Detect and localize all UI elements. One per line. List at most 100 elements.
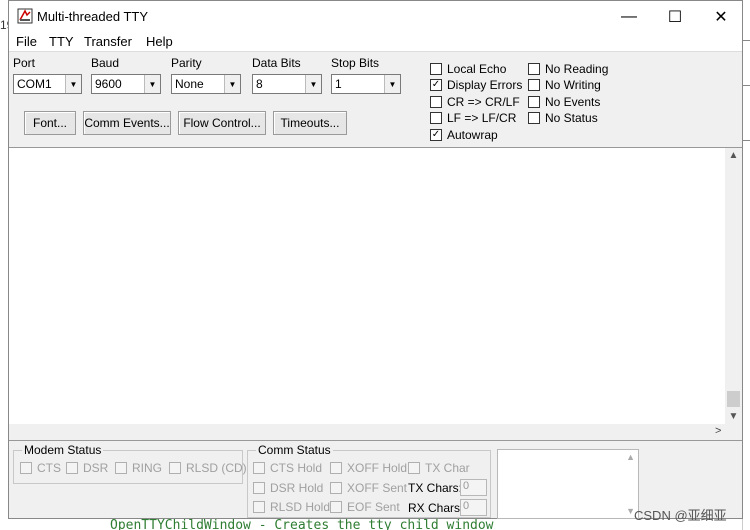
lf-lfcr-checkbox[interactable]: LF => LF/CR: [430, 111, 516, 125]
checkbox-box: [253, 462, 265, 474]
chevron-down-icon[interactable]: ▼: [65, 75, 81, 93]
minimize-button[interactable]: —: [606, 1, 652, 32]
xoff-sent-indicator: XOFF Sent: [330, 481, 407, 495]
title-bar[interactable]: Multi-threaded TTY — ☐ ✕: [9, 1, 742, 32]
parity-label: Parity: [171, 56, 202, 70]
cts-label: CTS: [37, 461, 61, 475]
comm-status-group: Comm Status CTS Hold DSR Hold RLSD Hold …: [247, 443, 491, 518]
menu-tty[interactable]: TTY: [49, 34, 74, 49]
cts-hold-label: CTS Hold: [270, 461, 323, 475]
port-select[interactable]: COM1 ▼: [13, 74, 82, 94]
autowrap-checkbox[interactable]: ✓ Autowrap: [430, 128, 498, 142]
chevron-down-icon[interactable]: ▼: [144, 75, 160, 93]
baud-value: 9600: [95, 77, 122, 91]
scroll-thumb[interactable]: [727, 391, 740, 407]
scroll-up-icon[interactable]: ▲: [725, 150, 742, 161]
timeouts-button[interactable]: Timeouts...: [273, 111, 347, 135]
vertical-scrollbar[interactable]: ▲ ▼: [725, 148, 742, 425]
no-reading-checkbox[interactable]: No Reading: [528, 62, 608, 76]
parity-select[interactable]: None ▼: [171, 74, 241, 94]
stop-bits-label: Stop Bits: [331, 56, 380, 70]
checkbox-box[interactable]: [430, 63, 442, 75]
baud-select[interactable]: 9600 ▼: [91, 74, 161, 94]
xoff-hold-indicator: XOFF Hold: [330, 461, 407, 475]
data-bits-select[interactable]: 8 ▼: [252, 74, 322, 94]
comm-status-title: Comm Status: [256, 443, 333, 457]
scroll-down-icon[interactable]: ▼: [725, 411, 742, 422]
horizontal-scrollbar[interactable]: >: [9, 424, 742, 440]
ring-indicator: RING: [115, 461, 162, 475]
xoff-sent-label: XOFF Sent: [347, 481, 408, 495]
no-events-label: No Events: [545, 95, 601, 109]
display-errors-checkbox[interactable]: ✓ Display Errors: [430, 78, 522, 92]
menu-help[interactable]: Help: [146, 34, 173, 49]
port-value: COM1: [17, 77, 52, 91]
scroll-up-icon[interactable]: ▲: [626, 452, 635, 462]
font-button[interactable]: Font...: [24, 111, 76, 135]
terminal-area[interactable]: ▲ ▼ >: [9, 147, 742, 441]
no-status-checkbox[interactable]: No Status: [528, 111, 598, 125]
checkbox-box: [253, 501, 265, 513]
lf-lfcr-label: LF => LF/CR: [447, 111, 517, 125]
ring-label: RING: [132, 461, 162, 475]
stop-bits-select[interactable]: 1 ▼: [331, 74, 401, 94]
dsr-indicator: DSR: [66, 461, 108, 475]
status-list-box[interactable]: ▲ ▼: [497, 449, 639, 519]
stop-bits-value: 1: [335, 77, 342, 91]
checkbox-box: [330, 501, 342, 513]
checkbox-box[interactable]: [528, 96, 540, 108]
checkbox-box: [253, 482, 265, 494]
close-button[interactable]: ✕: [698, 1, 744, 32]
background-code-line: OpenTTYChildWindow - Creates the tty chi…: [110, 518, 494, 530]
port-label: Port: [13, 56, 36, 70]
check-icon[interactable]: ✓: [430, 129, 442, 141]
rlsd-indicator: RLSD (CD): [169, 461, 247, 475]
autowrap-label: Autowrap: [447, 128, 498, 142]
menu-file[interactable]: File: [16, 34, 37, 49]
menu-transfer[interactable]: Transfer: [84, 34, 132, 49]
checkbox-box: [169, 462, 181, 474]
chevron-down-icon[interactable]: ▼: [384, 75, 400, 93]
flow-control-button[interactable]: Flow Control...: [178, 111, 266, 135]
local-echo-checkbox[interactable]: Local Echo: [430, 62, 506, 76]
tx-char-label: TX Char: [425, 461, 470, 475]
tx-chars-label: TX Chars:: [408, 481, 463, 495]
no-writing-label: No Writing: [545, 78, 601, 92]
rx-chars-label: RX Chars:: [408, 501, 464, 515]
local-echo-label: Local Echo: [447, 62, 507, 76]
xoff-hold-label: XOFF Hold: [347, 461, 408, 475]
baud-label: Baud: [91, 56, 120, 70]
modem-status-group: Modem Status CTS DSR RING RLSD (CD): [13, 443, 247, 484]
checkbox-box: [66, 462, 78, 474]
comm-events-button[interactable]: Comm Events...: [83, 111, 171, 135]
check-icon[interactable]: ✓: [430, 79, 442, 91]
checkbox-box: [330, 482, 342, 494]
cts-hold-indicator: CTS Hold: [253, 461, 322, 475]
checkbox-box[interactable]: [528, 63, 540, 75]
checkbox-box[interactable]: [528, 112, 540, 124]
maximize-button[interactable]: ☐: [652, 1, 698, 32]
rlsd-label: RLSD (CD): [186, 461, 247, 475]
checkbox-box[interactable]: [528, 79, 540, 91]
display-errors-label: Display Errors: [447, 78, 523, 92]
checkbox-box[interactable]: [430, 112, 442, 124]
watermark: CSDN @亚细亚: [634, 508, 727, 523]
scroll-right-icon[interactable]: >: [715, 425, 721, 437]
no-status-label: No Status: [545, 111, 598, 125]
parity-value: None: [175, 77, 204, 91]
tty-window: Multi-threaded TTY — ☐ ✕ File TTY Transf…: [8, 0, 743, 519]
no-events-checkbox[interactable]: No Events: [528, 95, 600, 109]
checkbox-box: [330, 462, 342, 474]
menu-bar: File TTY Transfer Help: [9, 32, 742, 52]
app-icon: [17, 8, 33, 24]
dsr-label: DSR: [83, 461, 109, 475]
rlsd-hold-indicator: RLSD Hold: [253, 500, 330, 514]
checkbox-box[interactable]: [430, 96, 442, 108]
modem-status-title: Modem Status: [22, 443, 104, 457]
no-writing-checkbox[interactable]: No Writing: [528, 78, 601, 92]
chevron-down-icon[interactable]: ▼: [224, 75, 240, 93]
chevron-down-icon[interactable]: ▼: [305, 75, 321, 93]
eof-sent-label: EOF Sent: [347, 500, 400, 514]
checkbox-box: [20, 462, 32, 474]
cr-crlf-checkbox[interactable]: CR => CR/LF: [430, 95, 520, 109]
